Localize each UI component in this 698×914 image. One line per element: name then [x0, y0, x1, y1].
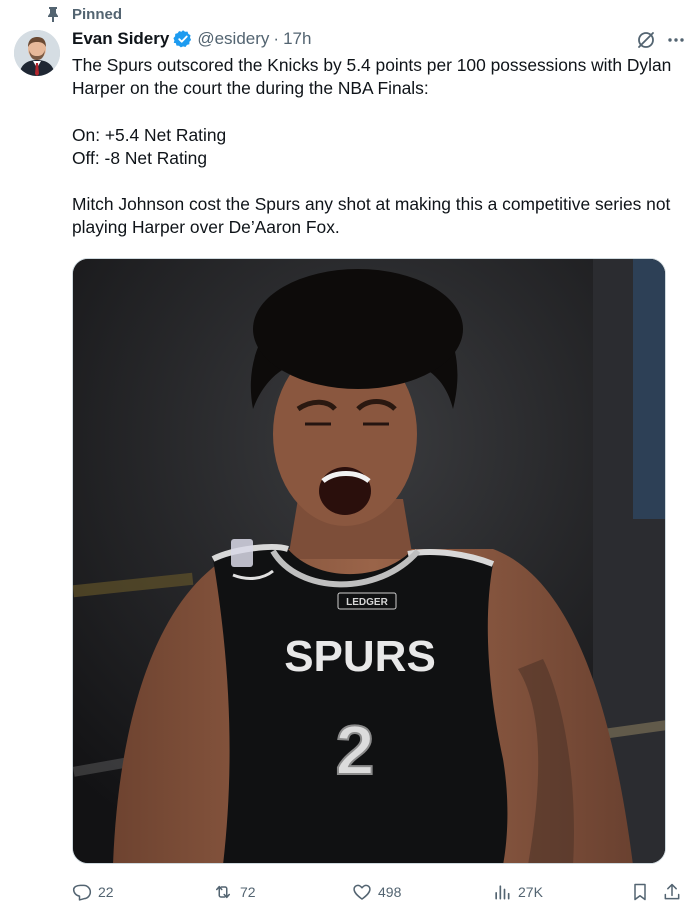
grok-icon[interactable] [634, 28, 658, 52]
reply-button[interactable]: 22 [72, 878, 114, 906]
reply-count: 22 [98, 884, 114, 900]
like-count: 498 [378, 884, 402, 900]
analytics-icon [495, 885, 510, 900]
jersey-number: 2 [336, 711, 375, 789]
share-icon [664, 883, 680, 900]
tweet-text: The Spurs outscored the Knicks by 5.4 po… [72, 55, 672, 238]
tweet-actions: 22 72 498 27K [72, 878, 688, 906]
tweet-header: Evan Sidery @esidery · 17h [72, 27, 311, 51]
jersey-sponsor: LEDGER [346, 597, 388, 608]
separator: · [273, 29, 280, 48]
timestamp[interactable]: 17h [283, 29, 311, 49]
view-count: 27K [518, 884, 543, 900]
author-name[interactable]: Evan Sidery [72, 29, 169, 49]
more-options-icon[interactable] [664, 28, 688, 52]
usa-patch [231, 539, 253, 567]
views-button[interactable]: 27K [492, 878, 543, 906]
verified-badge-icon [173, 29, 193, 49]
reply-icon [72, 884, 92, 901]
bookmark-icon [634, 883, 646, 901]
repost-icon [216, 885, 230, 899]
pinned-indicator: Pinned [46, 4, 122, 24]
pinned-label: Pinned [72, 5, 123, 23]
share-button[interactable] [662, 878, 688, 906]
avatar[interactable] [14, 30, 60, 76]
tweet-media-image[interactable]: SPURS 2 LEDGER [72, 258, 666, 864]
repost-count: 72 [240, 884, 256, 900]
pin-icon [46, 6, 60, 22]
bookmark-button[interactable] [630, 878, 656, 906]
heart-icon [353, 884, 371, 900]
author-handle[interactable]: @esidery [197, 29, 269, 49]
jersey-team-text: SPURS [284, 632, 436, 681]
repost-button[interactable]: 72 [212, 878, 256, 906]
like-button[interactable]: 498 [352, 878, 401, 906]
